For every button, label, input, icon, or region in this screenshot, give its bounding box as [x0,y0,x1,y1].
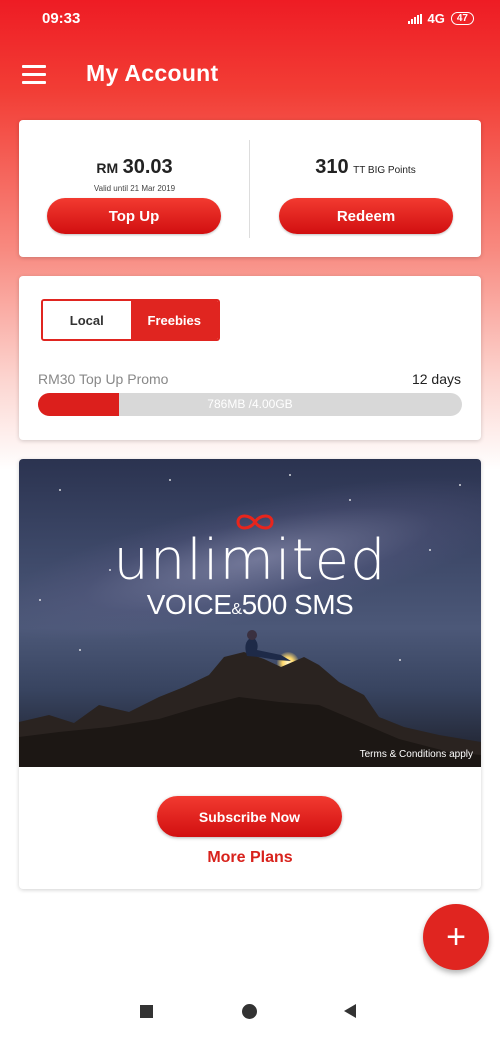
banner-sms: 500 SMS [241,589,354,620]
points-label: TT BIG Points [353,165,416,176]
page-title: My Account [86,60,219,86]
balance-amount: RM 30.03 [19,156,250,179]
tab-freebies[interactable]: Freebies [130,301,218,339]
subscribe-now-button[interactable]: Subscribe Now [157,796,342,837]
status-icons: 4G 47 [407,11,474,26]
back-icon[interactable] [344,1004,356,1018]
system-nav-bar [0,985,500,1040]
balance-currency: RM [96,160,119,176]
home-icon[interactable] [242,1004,257,1019]
points-value: 310 [315,156,349,178]
recents-icon[interactable] [140,1005,153,1018]
tab-local[interactable]: Local [43,301,131,339]
balance-value: 30.03 [122,156,173,178]
promo-banner-image[interactable]: unlimited VOICE&500 SMS Terms & Conditio… [19,459,481,767]
usage-progress-bar: 786MB /4.00GB [38,393,462,416]
app-bar: My Account [0,40,500,110]
battery-icon: 47 [450,12,474,25]
menu-icon[interactable] [22,65,46,84]
mountain-silhouette [19,630,481,767]
balance-card: RM 30.03 Valid until 21 Mar 2019 Top Up … [19,120,481,257]
banner-headline: unlimited [113,528,387,593]
top-up-button[interactable]: Top Up [47,198,221,234]
days-left: 12 days [411,371,461,387]
balance-section: RM 30.03 Valid until 21 Mar 2019 Top Up [19,120,250,257]
plus-icon: + [446,917,466,956]
signal-icon [407,13,422,24]
valid-until: Valid until 21 Mar 2019 [93,184,176,193]
usage-card: Local Freebies RM30 Top Up Promo 12 days… [19,276,481,440]
banner-voice: VOICE [146,589,232,620]
more-plans-link[interactable]: More Plans [19,849,481,867]
redeem-button[interactable]: Redeem [279,198,453,234]
usage-text: 786MB /4.00GB [207,397,293,411]
banner-subheadline: VOICE&500 SMS [19,589,481,621]
status-bar: 09:33 4G 47 [0,0,500,36]
promo-name: RM30 Top Up Promo [38,371,169,387]
status-time: 09:33 [42,10,81,27]
plan-tabs: Local Freebies [41,299,220,341]
network-type: 4G [427,11,445,26]
banner-amp: & [231,601,242,618]
points-section: 310 TT BIG Points Redeem [250,120,481,257]
promo-card: unlimited VOICE&500 SMS Terms & Conditio… [19,459,481,889]
terms-note: Terms & Conditions apply [359,749,473,760]
points-amount: 310 TT BIG Points [250,156,481,179]
add-fab-button[interactable]: + [423,904,489,970]
